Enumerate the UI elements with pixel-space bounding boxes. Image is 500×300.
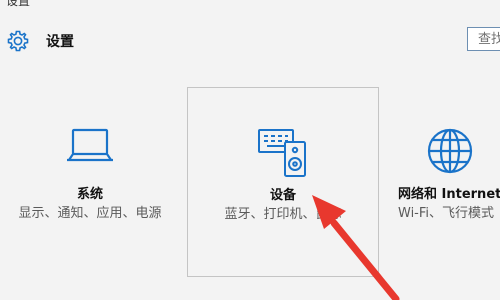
page-title: 设置 <box>46 34 74 50</box>
devices-icon <box>258 129 306 177</box>
gear-icon <box>7 30 29 52</box>
tile-name: 网络和 Internet <box>398 187 500 202</box>
settings-header: 设置 <box>6 28 74 54</box>
tile-name: 设备 <box>269 188 296 203</box>
tile-name: 系统 <box>76 187 103 202</box>
tile-description: 蓝牙、打印机、鼠标 <box>224 207 342 222</box>
search-input[interactable] <box>468 28 500 50</box>
tile-system[interactable]: 系统 显示、通知、应用、电源 <box>10 87 170 277</box>
tile-description: Wi-Fi、飞行模式 <box>398 206 495 221</box>
tile-description: 显示、通知、应用、电源 <box>18 206 162 221</box>
laptop-icon <box>67 128 113 162</box>
globe-icon <box>427 128 473 174</box>
tile-network-internet[interactable]: 网络和 Internet Wi-Fi、飞行模式 <box>392 87 500 277</box>
tile-devices[interactable]: 设备 蓝牙、打印机、鼠标 <box>187 87 379 277</box>
window-title: 设置 <box>6 0 31 8</box>
search-box[interactable] <box>467 27 500 51</box>
